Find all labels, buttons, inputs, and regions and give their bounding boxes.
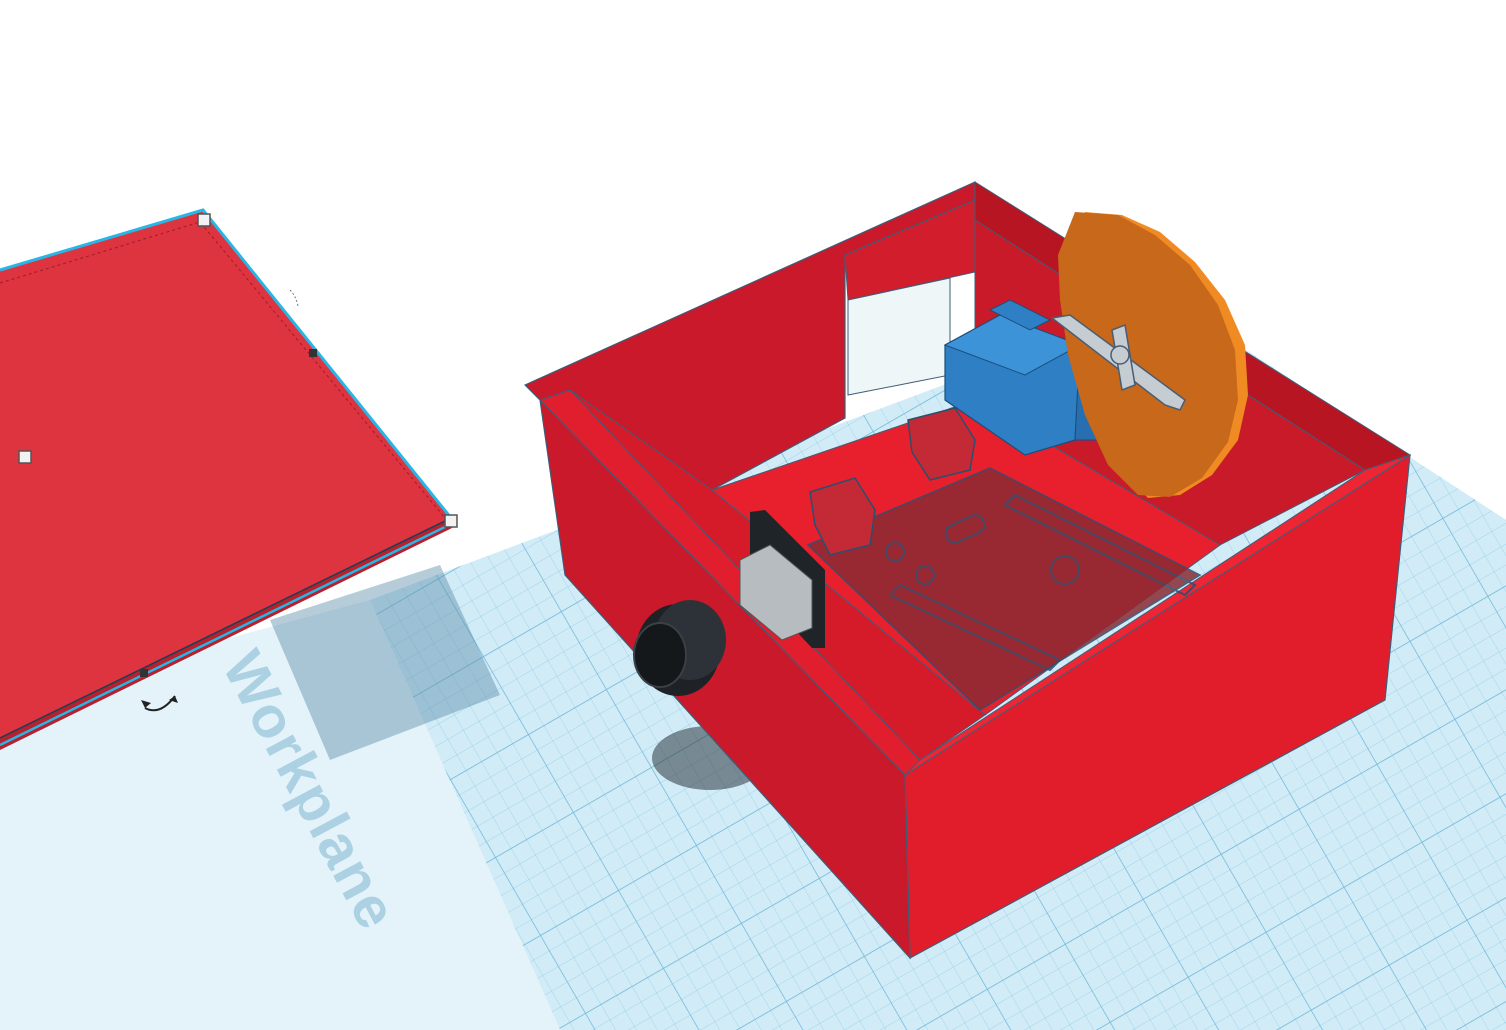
square-handle-icon[interactable]: [444, 514, 458, 528]
square-handle-icon[interactable]: [197, 213, 211, 227]
square-handle-icon[interactable]: [18, 450, 32, 464]
scene: [0, 181, 1506, 1030]
tinkercad-3d-viewport[interactable]: Workplane: [0, 0, 1506, 1030]
rotate-hint-icon: [289, 289, 299, 307]
edge-handle-icon[interactable]: [140, 669, 148, 677]
edge-handle-icon[interactable]: [309, 349, 317, 357]
